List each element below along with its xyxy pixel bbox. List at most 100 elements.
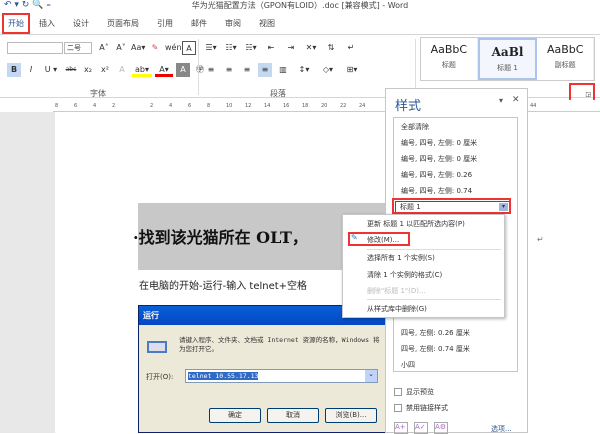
open-input[interactable]: telnet 10.55.17.13 ⌄ — [185, 369, 378, 383]
numbering-button[interactable]: ☷▾ — [224, 41, 238, 55]
tab-view[interactable]: 视图 — [250, 18, 284, 29]
tab-review[interactable]: 审阅 — [216, 18, 250, 29]
checkbox[interactable] — [394, 404, 402, 412]
font-name-select[interactable] — [7, 42, 63, 54]
superscript-button[interactable]: x² — [98, 63, 112, 77]
justify-button[interactable]: ≡ — [258, 63, 272, 77]
ruler-tick: 6 — [188, 103, 192, 109]
window-title: 华为光猫配置方法（GPON有LOID）.doc [兼容模式] - Word — [191, 1, 409, 10]
increase-indent-button[interactable]: ⇥ — [284, 41, 298, 55]
run-dialog-message: 请键入程序、文件夹、文档或 Internet 资源的名称，Windows 将为您… — [179, 336, 380, 353]
ruler-tick: 20 — [321, 103, 328, 109]
style-label: 标题 — [441, 61, 456, 69]
borders-button[interactable]: ⊞▾ — [342, 63, 362, 77]
chevron-down-icon[interactable]: ⌄ — [365, 370, 377, 382]
menu-item-clear-format[interactable]: 清除 1 个实例的格式(C) — [367, 270, 442, 280]
ruler-tick: 2 — [112, 103, 116, 109]
bold-button[interactable]: B — [7, 63, 21, 77]
shrink-font-button[interactable]: A˅ — [114, 41, 128, 55]
paragraph-buttons-bottom: ≡ ≡ ≡ ≡ ▥ ↕▾ ◇▾ ⊞▾ — [204, 63, 362, 77]
selected-style-highlight — [392, 198, 511, 214]
menu-item-remove-from-gallery[interactable]: 从样式库中删除(G) — [367, 304, 427, 314]
line-spacing-button[interactable]: ↕▾ — [294, 63, 314, 77]
font-size-select[interactable]: 二号 — [64, 42, 92, 54]
menu-item-select-all[interactable]: 选择所有 1 个实例(S) — [367, 253, 435, 263]
show-preview-checkbox[interactable]: 显示预览 — [394, 387, 434, 397]
align-right-button[interactable]: ≡ — [240, 63, 254, 77]
style-item[interactable]: 编号, 四号, 左侧: 0 厘米 — [401, 138, 501, 148]
style-sample: AaBbC — [430, 43, 468, 56]
ribbon-tabs: 开始 插入 设计 页面布局 引用 邮件 审阅 视图 — [0, 12, 600, 34]
style-item[interactable]: 编号, 四号, 左侧: 0 厘米 — [401, 154, 501, 164]
char-border-button[interactable]: A — [182, 41, 196, 55]
ruler-tick: 44 — [530, 103, 537, 109]
run-icon — [147, 341, 167, 353]
checkbox-label: 显示预览 — [406, 388, 434, 396]
style-sample: AaBbC — [546, 43, 584, 56]
underline-button[interactable]: U ▾ — [41, 63, 61, 77]
style-sample: AaBl — [491, 45, 524, 59]
document-paragraph[interactable]: 在电脑的开始-运行-输入 telnet+空格 — [139, 277, 307, 292]
show-marks-button[interactable]: ↵ — [344, 41, 358, 55]
distributed-button[interactable]: ▥ — [276, 63, 290, 77]
bullets-button[interactable]: ☰▾ — [204, 41, 218, 55]
style-item[interactable]: 四号, 左侧: 0.26 厘米 — [401, 328, 470, 338]
highlight-button[interactable]: ab▾ — [132, 63, 152, 77]
font-group-label: 字体 — [90, 89, 106, 98]
tab-mailings[interactable]: 邮件 — [182, 18, 216, 29]
pane-options-icon[interactable]: ▾ — [499, 96, 503, 105]
cancel-button[interactable]: 取消 — [267, 408, 319, 423]
style-item[interactable]: 小四 — [401, 360, 415, 370]
paragraph-buttons-top: ☰▾ ☷▾ ☵▾ ⇤ ⇥ ✕▾ ⇅ ↵ — [204, 41, 358, 55]
style-item[interactable]: 编号, 四号, 左侧: 0.26 — [401, 170, 472, 180]
shading-button[interactable]: ◇▾ — [318, 63, 338, 77]
italic-button[interactable]: I — [24, 63, 38, 77]
close-icon[interactable]: ✕ — [512, 95, 520, 105]
phonetic-guide-button[interactable]: wén — [165, 41, 182, 55]
new-style-icon[interactable]: A+ — [394, 422, 408, 434]
menu-item-delete: 删除"标题 1"(D)... — [367, 287, 426, 295]
decrease-indent-button[interactable]: ⇤ — [264, 41, 278, 55]
clear-format-button[interactable]: ✎ — [148, 41, 162, 55]
checkbox[interactable] — [394, 388, 402, 396]
ok-button[interactable]: 确定 — [209, 408, 261, 423]
manage-styles-icon[interactable]: A⚙ — [434, 422, 448, 434]
grow-font-button[interactable]: A˄ — [97, 41, 111, 55]
style-inspector-icon[interactable]: A✓ — [414, 422, 428, 434]
modify-style-icon: ✎ — [351, 233, 358, 242]
tab-design[interactable]: 设计 — [64, 18, 98, 29]
browse-button[interactable]: 浏览(B)... — [325, 408, 377, 423]
ruler-tick: 24 — [359, 103, 366, 109]
align-center-button[interactable]: ≡ — [222, 63, 236, 77]
change-case-button[interactable]: Aa▾ — [131, 41, 145, 55]
menu-item-modify[interactable]: 修改(M)... — [367, 235, 399, 245]
tab-layout[interactable]: 页面布局 — [98, 18, 148, 29]
style-item[interactable]: 四号, 左侧: 0.74 厘米 — [401, 344, 470, 354]
tab-home[interactable]: 开始 — [2, 12, 30, 34]
font-color-button[interactable]: A▾ — [155, 63, 173, 77]
tab-insert[interactable]: 插入 — [30, 18, 64, 29]
ruler-tick: 4 — [169, 103, 173, 109]
menu-item-update[interactable]: 更新 标题 1 以匹配所选内容(P) — [367, 219, 465, 229]
char-shading-button[interactable]: A — [176, 63, 190, 77]
style-item[interactable]: 编号, 四号, 左侧: 0.74 — [401, 186, 472, 196]
disable-linked-checkbox[interactable]: 禁用链接样式 — [394, 403, 448, 413]
open-label: 打开(O): — [146, 373, 174, 381]
document-heading[interactable]: ·找到该光猫所在 OLT， — [133, 224, 308, 248]
ruler-tick: 6 — [74, 103, 78, 109]
tab-references[interactable]: 引用 — [148, 18, 182, 29]
style-heading-1[interactable]: AaBl 标题 1 — [477, 38, 538, 80]
asian-layout-button[interactable]: ✕▾ — [304, 41, 318, 55]
style-title[interactable]: AaBbC 标题 — [421, 38, 478, 80]
text-effects-button[interactable]: A — [115, 63, 129, 77]
style-label: 副标题 — [554, 61, 576, 69]
style-item[interactable]: 全部清除 — [401, 122, 429, 132]
multilevel-list-button[interactable]: ☵▾ — [244, 41, 258, 55]
strikethrough-button[interactable]: abc — [64, 63, 78, 77]
align-left-button[interactable]: ≡ — [204, 63, 218, 77]
style-subtitle[interactable]: AaBbC 副标题 — [537, 38, 595, 80]
ruler-tick: 8 — [207, 103, 211, 109]
sort-button[interactable]: ⇅ — [324, 41, 338, 55]
font-buttons: A˄ A˅ Aa▾ ✎ wén A — [97, 41, 196, 55]
subscript-button[interactable]: x₂ — [81, 63, 95, 77]
